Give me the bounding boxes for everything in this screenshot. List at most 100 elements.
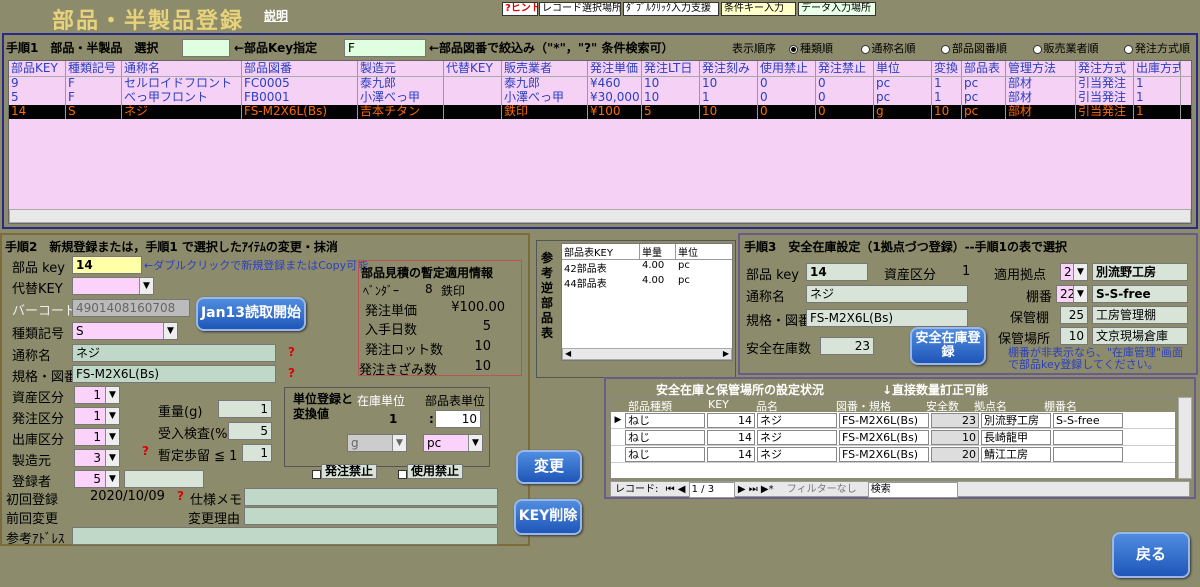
jan13-read-button[interactable]: Jan13読取開始 — [196, 297, 306, 331]
column-header[interactable]: 部品表 — [962, 61, 1006, 76]
column-header[interactable]: 通称名 — [122, 61, 242, 76]
filter-input[interactable]: F — [344, 39, 426, 57]
sort-radio-vendor[interactable]: 販売業者順 — [1032, 42, 1099, 55]
use-ban-checkbox[interactable]: 使用禁止 — [398, 464, 464, 482]
radio-icon — [1032, 44, 1042, 54]
estimate-box: 部品見積の暫定適用情報 ﾍﾞﾝﾀﾞｰ 8 鉄印 発注単価 ¥100.00 入手日… — [358, 260, 522, 378]
type-select[interactable]: S ▼ — [72, 322, 178, 340]
last-record-icon[interactable]: ⏭ — [749, 484, 758, 495]
chevron-right-icon[interactable]: ▶ — [723, 349, 729, 358]
record-position[interactable]: 1 / 3 — [688, 482, 735, 498]
table-row[interactable]: ▶ ねじ 14 ネジ FS-M2X6L(Bs) 23 別流野工房 S-S-free — [611, 412, 1175, 429]
bom-unit-select[interactable]: pc ▼ — [423, 434, 483, 452]
memo-field[interactable] — [244, 488, 498, 506]
column-header[interactable]: 製造元 — [358, 61, 444, 76]
unit-conversion-box: 単位登録と変換値 在庫単位 部品表単位 1 : 10 g ▼ pc ▼ — [284, 387, 490, 467]
sort-options: 種類順 通称名順 部品図番順 販売業者順 発注方式順 — [789, 40, 1190, 56]
part-key-input[interactable] — [182, 39, 230, 57]
table-cell: 10 — [642, 91, 700, 105]
search-box[interactable]: 検索 — [867, 482, 958, 498]
asset-select[interactable]: 1 ▼ — [74, 386, 120, 404]
inspection-field[interactable]: 5 — [228, 422, 272, 440]
back-button[interactable]: 戻る — [1112, 532, 1190, 578]
bom-qty-field[interactable]: 10 — [435, 410, 481, 428]
filter-status[interactable]: フィルターなし — [787, 484, 857, 495]
key-delete-button[interactable]: KEY削除 — [514, 499, 582, 535]
column-header[interactable]: 発注単価 — [588, 61, 642, 76]
column-header[interactable]: 販売業者 — [502, 61, 588, 76]
table-cell[interactable]: 20 — [931, 446, 979, 462]
address-field[interactable] — [72, 527, 498, 545]
order-type-select[interactable]: 1 ▼ — [74, 407, 120, 425]
table-cell[interactable]: 23 — [931, 412, 979, 428]
condition-key-button[interactable]: 条件キー入力 — [721, 2, 796, 16]
column-header[interactable]: 代替KEY — [444, 61, 502, 76]
chevron-left-icon[interactable]: ◀ — [565, 349, 571, 358]
shelf-select[interactable]: 22 ▼ — [1056, 285, 1088, 303]
s3-spec-field[interactable]: FS-M2X6L(Bs) — [806, 309, 968, 327]
safety-field[interactable]: 23 — [820, 337, 874, 355]
column-header[interactable]: 出庫方式 — [1134, 61, 1181, 76]
data-input-button[interactable]: データ入力場所 — [798, 2, 876, 16]
record-selector-icon[interactable]: ▶ — [611, 415, 625, 425]
horizontal-scrollbar[interactable]: ◀ ▶ — [562, 348, 732, 360]
column-header[interactable]: 発注方式 — [1076, 61, 1134, 76]
table-row[interactable]: 14 S ネジ FS-M2X6L(Bs) 吉本チタン 鉄印 ¥100 5 10 0 0 g 10 pc 部材… — [9, 105, 1191, 119]
table-row[interactable]: ねじ 14 ネジ FS-M2X6L(Bs) 10 長崎龍甲 — [611, 429, 1175, 446]
s3-name-field[interactable]: ネジ — [806, 285, 968, 303]
spec-field[interactable]: FS-M2X6L(Bs) — [72, 365, 276, 383]
base-select[interactable]: 2 ▼ — [1060, 263, 1088, 281]
table-row[interactable]: ねじ 14 ネジ FS-M2X6L(Bs) 20 鯖江工房 — [611, 446, 1175, 463]
sort-radio-drawing[interactable]: 部品図番順 — [941, 42, 1007, 55]
list-item[interactable]: 42部品表 4.00 pc — [562, 260, 732, 275]
registrant-name-field[interactable] — [124, 470, 204, 488]
stock-unit-select[interactable]: g ▼ — [347, 434, 407, 452]
hint-button[interactable]: ?ヒント — [502, 2, 538, 16]
column-header[interactable]: 部品KEY — [9, 61, 66, 76]
column-header[interactable]: 単位 — [874, 61, 932, 76]
chevron-down-icon: ▼ — [392, 435, 406, 451]
name-field[interactable]: ネジ — [72, 344, 276, 362]
help-link[interactable]: 説明 — [264, 7, 288, 24]
ship-type-select[interactable]: 1 ▼ — [74, 428, 120, 446]
table-row[interactable]: 9 F セルロイドフロント FC0005 泰九郎 泰九郎 ¥460 10 10 0 0 pc 1 pc 部材… — [9, 77, 1191, 91]
table-cell: ネジ — [757, 412, 837, 428]
column-header[interactable]: 変換 — [932, 61, 962, 76]
next-record-icon[interactable]: ▶ — [738, 484, 746, 495]
chevron-down-icon: ▼ — [163, 323, 177, 339]
weight-field[interactable]: 1 — [218, 400, 272, 418]
yield-field[interactable]: 1 — [242, 444, 272, 462]
barcode-field[interactable]: 4901408160708 — [72, 299, 190, 317]
column-header[interactable]: 使用禁止 — [758, 61, 816, 76]
order-ban-checkbox[interactable]: 発注禁止 — [312, 464, 378, 482]
first-record-icon[interactable]: ⏮ — [666, 484, 675, 495]
table-cell: 1 — [1134, 105, 1181, 119]
column-header[interactable]: 管理方法 — [1006, 61, 1076, 76]
column-header[interactable]: 発注禁止 — [816, 61, 874, 76]
column-header[interactable]: 部品図番 — [242, 61, 358, 76]
change-button[interactable]: 変更 — [516, 450, 582, 484]
reason-field[interactable] — [244, 507, 498, 525]
vertical-scrollbar[interactable] — [1178, 397, 1192, 479]
column-header[interactable]: 発注LT日 — [642, 61, 700, 76]
safety-register-button[interactable]: 安全在庫登録 — [910, 327, 986, 365]
horizontal-scrollbar[interactable] — [9, 209, 1191, 223]
table-cell[interactable]: 10 — [931, 429, 979, 445]
registrant-select[interactable]: 5 ▼ — [74, 470, 120, 488]
sort-radio-order[interactable]: 発注方式順 — [1124, 42, 1190, 55]
maker-select[interactable]: 3 ▼ — [74, 449, 120, 467]
part-key-field[interactable]: 14 — [72, 256, 142, 274]
alt-key-select[interactable]: ▼ — [72, 277, 154, 295]
column-header[interactable]: 発注刻み — [700, 61, 758, 76]
column-header[interactable]: 種類記号 — [66, 61, 122, 76]
record-select-button[interactable]: レコード選択場所 — [539, 2, 621, 16]
sort-radio-name[interactable]: 通称名順 — [860, 42, 916, 55]
new-record-icon[interactable]: ▶* — [761, 484, 774, 495]
list-item[interactable]: 44部品表 4.00 pc — [562, 275, 732, 290]
prev-record-icon[interactable]: ◀ — [678, 484, 686, 495]
double-click-help-button[interactable]: ﾀﾞﾌﾞﾙｸﾘｯｸ入力支援 — [623, 2, 719, 16]
sort-radio-type[interactable]: 種類順 — [789, 42, 833, 55]
table-row[interactable]: 5 F べっ甲フロント FB0001 小澤べっ甲 小澤べっ甲 ¥30,000 10 1 0 0 pc 1… — [9, 91, 1191, 105]
table-cell: F — [66, 91, 122, 105]
s3-key-field[interactable]: 14 — [806, 263, 868, 281]
